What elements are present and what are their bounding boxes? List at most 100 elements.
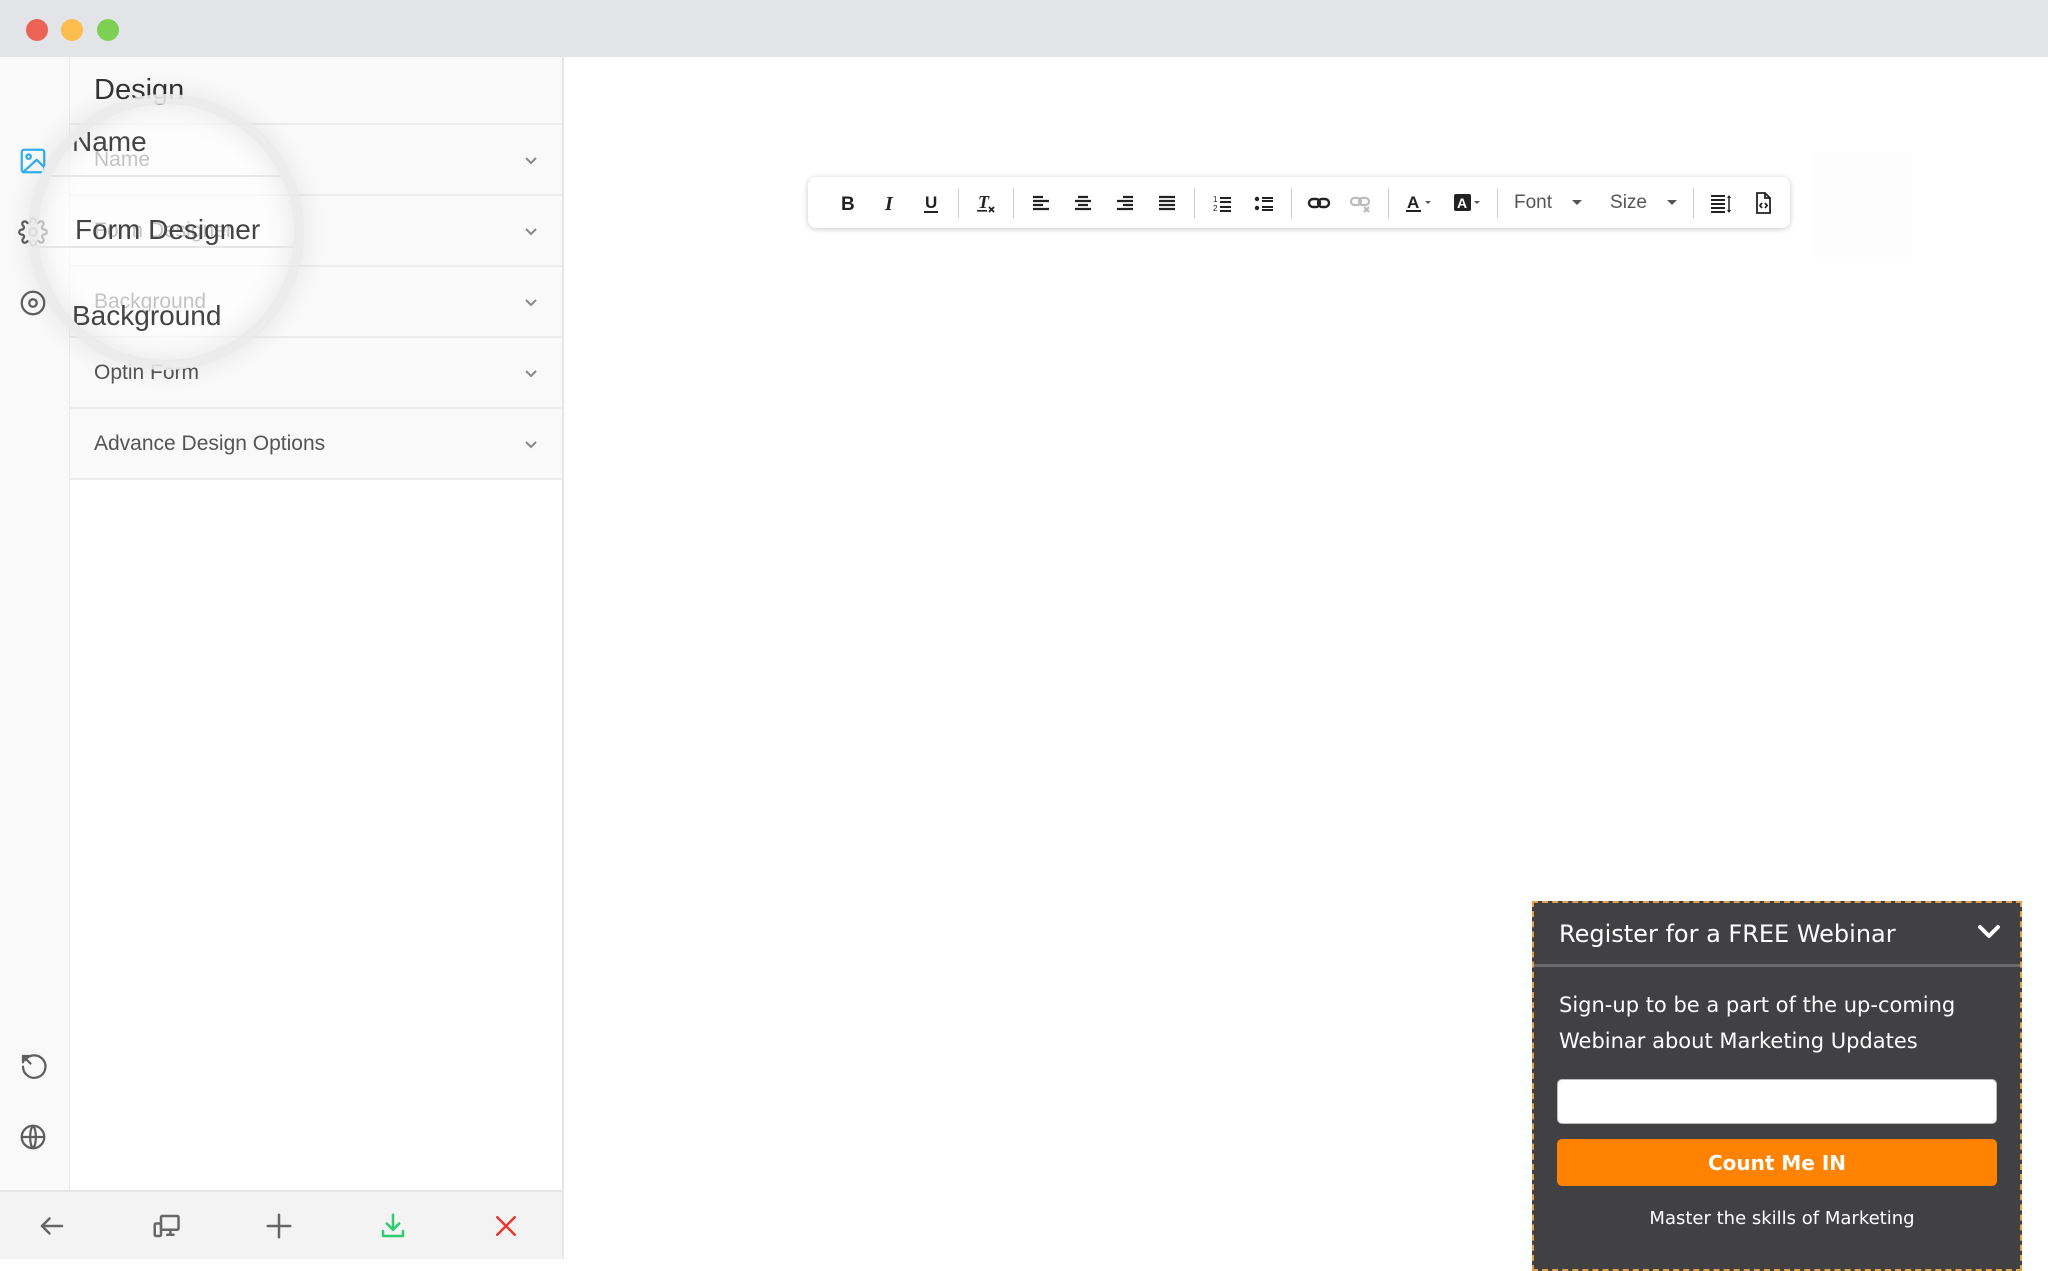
canvas-placeholder <box>1812 152 1912 257</box>
toolbar-divider <box>1194 187 1195 218</box>
text-color-icon: A <box>1406 193 1431 212</box>
close-icon <box>496 1216 516 1236</box>
design-panel: Design Name Form Designer Background Opt… <box>70 57 564 1190</box>
chevron-down-icon <box>522 293 540 311</box>
background-color-icon: A <box>1454 193 1480 211</box>
toolbar-divider <box>1013 187 1014 218</box>
align-left-button[interactable] <box>1020 187 1062 219</box>
align-center-icon <box>1075 195 1091 210</box>
target-icon <box>20 290 46 316</box>
align-right-button[interactable] <box>1104 187 1146 219</box>
section-background[interactable]: Background <box>70 267 562 338</box>
image-icon <box>20 148 46 174</box>
toolbar-divider <box>958 187 959 218</box>
size-dropdown-label: Size <box>1610 191 1647 213</box>
responsive-preview-button[interactable] <box>148 1208 184 1244</box>
italic-button[interactable]: I <box>868 187 910 219</box>
line-height-button[interactable] <box>1700 187 1742 219</box>
chevron-down-icon <box>522 364 540 382</box>
ordered-list-icon: 12 <box>1213 195 1231 213</box>
unordered-list-icon <box>1254 196 1273 211</box>
unlink-icon <box>1349 196 1371 213</box>
back-button[interactable] <box>34 1208 70 1244</box>
section-advance-design-options[interactable]: Advance Design Options <box>70 409 562 480</box>
link-icon <box>1307 197 1331 208</box>
close-editor-button[interactable] <box>488 1208 524 1244</box>
design-tab[interactable] <box>16 144 50 178</box>
responsive-devices-icon <box>153 1214 180 1238</box>
underline-icon: U <box>924 193 938 213</box>
underline-button[interactable]: U <box>910 187 952 219</box>
svg-text:1: 1 <box>1213 195 1218 204</box>
font-dropdown-label: Font <box>1514 191 1553 213</box>
toolbar-divider <box>1497 187 1498 218</box>
back-arrow-icon <box>40 1217 64 1235</box>
globe-button[interactable] <box>16 1120 50 1154</box>
save-download-button[interactable] <box>375 1208 411 1244</box>
settings-tab[interactable] <box>16 215 50 249</box>
download-icon <box>381 1213 405 1238</box>
email-field[interactable] <box>1557 1079 1997 1124</box>
align-justify-button[interactable] <box>1146 187 1188 219</box>
clear-format-icon: T <box>977 192 995 213</box>
section-label: Name <box>94 147 151 171</box>
source-code-button[interactable] <box>1742 187 1784 219</box>
globe-icon <box>20 1124 46 1150</box>
text-color-button[interactable]: A <box>1395 187 1443 219</box>
count-me-in-button[interactable]: Count Me IN <box>1557 1139 1997 1186</box>
history-button[interactable] <box>16 1049 50 1083</box>
italic-icon: I <box>884 193 894 215</box>
caret-down-icon <box>1572 200 1583 205</box>
unordered-list-button[interactable] <box>1243 187 1285 219</box>
align-left-icon <box>1033 195 1049 210</box>
toolbar-divider <box>1693 187 1694 218</box>
section-label: Background <box>94 289 207 313</box>
history-icon <box>21 1054 47 1079</box>
close-window-button[interactable] <box>26 19 48 41</box>
section-label: Optin Form <box>94 360 200 384</box>
section-name[interactable]: Name <box>70 125 562 196</box>
icon-rail <box>0 57 70 1190</box>
webinar-optin-widget[interactable]: Register for a FREE Webinar Sign-up to b… <box>1532 901 2022 1271</box>
svg-text:2: 2 <box>1213 204 1218 213</box>
unlink-button[interactable] <box>1340 187 1382 219</box>
chevron-down-icon <box>522 435 540 453</box>
toolbar-divider <box>1388 187 1389 218</box>
font-size-dropdown[interactable]: Size <box>1600 192 1687 214</box>
window-titlebar <box>0 0 2048 57</box>
section-label: Form Designer <box>94 218 233 242</box>
ordered-list-button[interactable]: 12 <box>1201 187 1243 219</box>
maximize-window-button[interactable] <box>97 19 119 41</box>
bold-button[interactable]: B <box>826 187 868 219</box>
section-optin-form[interactable]: Optin Form <box>70 338 562 409</box>
minimize-window-button[interactable] <box>61 19 83 41</box>
chevron-down-icon <box>522 222 540 240</box>
section-form-designer[interactable]: Form Designer <box>70 196 562 267</box>
section-label: Advance Design Options <box>94 431 326 455</box>
widget-description: Sign-up to be a part of the up-coming We… <box>1559 993 1956 1053</box>
svg-text:A: A <box>1457 195 1467 211</box>
widget-header[interactable]: Register for a FREE Webinar <box>1534 903 2020 967</box>
background-color-button[interactable]: A <box>1443 187 1491 219</box>
bottom-action-bar <box>0 1190 564 1259</box>
panel-header: Design <box>70 57 562 125</box>
chevron-down-icon[interactable] <box>1976 922 2002 946</box>
svg-text:U: U <box>925 193 937 212</box>
svg-text:T: T <box>978 192 990 212</box>
line-height-icon <box>1711 194 1731 213</box>
align-justify-icon <box>1159 195 1175 210</box>
bold-icon: B <box>841 194 855 215</box>
svg-text:I: I <box>884 193 894 215</box>
align-right-icon <box>1117 195 1133 210</box>
svg-text:A: A <box>1407 193 1419 212</box>
plus-icon <box>266 1213 292 1239</box>
font-family-dropdown[interactable]: Font <box>1504 192 1592 214</box>
insert-link-button[interactable] <box>1298 187 1340 219</box>
add-button[interactable] <box>261 1208 297 1244</box>
source-code-icon <box>1756 191 1771 214</box>
svg-text:B: B <box>841 194 855 215</box>
target-tab[interactable] <box>16 286 50 320</box>
gear-icon <box>18 217 48 247</box>
align-center-button[interactable] <box>1062 187 1104 219</box>
clear-format-button[interactable]: T <box>965 187 1007 219</box>
